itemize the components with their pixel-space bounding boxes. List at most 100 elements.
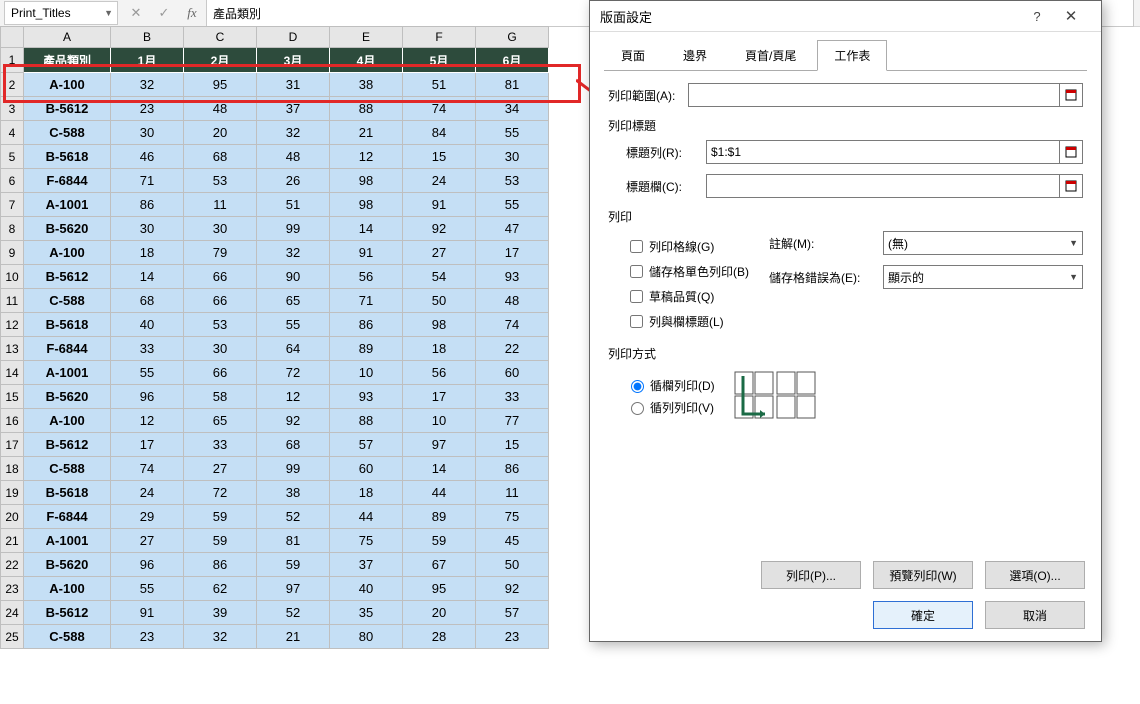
cell[interactable]: 60 bbox=[330, 457, 403, 481]
table-header-cell[interactable]: 1月 bbox=[111, 48, 184, 73]
cell[interactable]: 67 bbox=[403, 553, 476, 577]
cell-product[interactable]: C-588 bbox=[24, 121, 111, 145]
cell[interactable]: 53 bbox=[184, 313, 257, 337]
cell[interactable]: 33 bbox=[476, 385, 549, 409]
cell[interactable]: 27 bbox=[403, 241, 476, 265]
cell[interactable]: 23 bbox=[111, 625, 184, 649]
rows-repeat-picker-button[interactable] bbox=[1060, 140, 1083, 164]
cell-product[interactable]: B-5612 bbox=[24, 97, 111, 121]
cell[interactable]: 55 bbox=[476, 121, 549, 145]
cell[interactable]: 17 bbox=[111, 433, 184, 457]
cell[interactable]: 98 bbox=[330, 169, 403, 193]
row-header[interactable]: 18 bbox=[1, 457, 24, 481]
cell[interactable]: 31 bbox=[257, 73, 330, 97]
cell[interactable]: 10 bbox=[403, 409, 476, 433]
column-header[interactable]: B bbox=[111, 27, 184, 48]
cell[interactable]: 52 bbox=[257, 505, 330, 529]
cell[interactable]: 84 bbox=[403, 121, 476, 145]
cell[interactable]: 38 bbox=[330, 73, 403, 97]
row-header[interactable]: 3 bbox=[1, 97, 24, 121]
cell[interactable]: 62 bbox=[184, 577, 257, 601]
cell-errors-select[interactable]: 顯示的▼ bbox=[883, 265, 1083, 289]
table-header-cell[interactable]: 2月 bbox=[184, 48, 257, 73]
cell[interactable]: 48 bbox=[476, 289, 549, 313]
cell[interactable]: 65 bbox=[257, 289, 330, 313]
rowcol-headings-checkbox[interactable] bbox=[630, 315, 643, 328]
table-header-cell[interactable]: 6月 bbox=[476, 48, 549, 73]
cancel-button[interactable]: 取消 bbox=[985, 601, 1085, 629]
name-box[interactable]: ▼ bbox=[4, 1, 118, 25]
cell[interactable]: 97 bbox=[403, 433, 476, 457]
cell[interactable]: 58 bbox=[184, 385, 257, 409]
row-header[interactable]: 11 bbox=[1, 289, 24, 313]
cell[interactable]: 89 bbox=[403, 505, 476, 529]
cell[interactable]: 37 bbox=[330, 553, 403, 577]
cell[interactable]: 89 bbox=[330, 337, 403, 361]
row-header[interactable]: 13 bbox=[1, 337, 24, 361]
cell[interactable]: 50 bbox=[476, 553, 549, 577]
fx-button[interactable]: fx bbox=[178, 2, 206, 24]
cell[interactable]: 12 bbox=[111, 409, 184, 433]
cell[interactable]: 11 bbox=[184, 193, 257, 217]
cell[interactable]: 91 bbox=[111, 601, 184, 625]
cell[interactable]: 59 bbox=[403, 529, 476, 553]
cell[interactable]: 44 bbox=[403, 481, 476, 505]
cell[interactable]: 86 bbox=[476, 457, 549, 481]
cell-product[interactable]: B-5620 bbox=[24, 553, 111, 577]
cell[interactable]: 92 bbox=[403, 217, 476, 241]
cell[interactable]: 81 bbox=[257, 529, 330, 553]
row-header[interactable]: 16 bbox=[1, 409, 24, 433]
cell[interactable]: 97 bbox=[257, 577, 330, 601]
print-area-input[interactable] bbox=[688, 83, 1060, 107]
cell[interactable]: 59 bbox=[184, 529, 257, 553]
cell[interactable]: 32 bbox=[257, 121, 330, 145]
cell[interactable]: 65 bbox=[184, 409, 257, 433]
row-header[interactable]: 19 bbox=[1, 481, 24, 505]
row-header[interactable]: 22 bbox=[1, 553, 24, 577]
column-header[interactable]: A bbox=[24, 27, 111, 48]
name-box-input[interactable] bbox=[9, 5, 91, 21]
cell[interactable]: 32 bbox=[111, 73, 184, 97]
cell-product[interactable]: F-6844 bbox=[24, 505, 111, 529]
cell[interactable]: 59 bbox=[184, 505, 257, 529]
row-header[interactable]: 1 bbox=[1, 48, 24, 73]
ok-button[interactable]: 確定 bbox=[873, 601, 973, 629]
cell[interactable]: 15 bbox=[476, 433, 549, 457]
cell[interactable]: 40 bbox=[111, 313, 184, 337]
cell[interactable]: 51 bbox=[257, 193, 330, 217]
cell-product[interactable]: B-5612 bbox=[24, 601, 111, 625]
cell[interactable]: 47 bbox=[476, 217, 549, 241]
cell[interactable]: 93 bbox=[330, 385, 403, 409]
cell[interactable]: 81 bbox=[476, 73, 549, 97]
cell[interactable]: 30 bbox=[111, 121, 184, 145]
over-then-down-radio[interactable] bbox=[631, 402, 644, 415]
cell[interactable]: 34 bbox=[476, 97, 549, 121]
cell[interactable]: 28 bbox=[403, 625, 476, 649]
cell[interactable]: 23 bbox=[111, 97, 184, 121]
cell[interactable]: 53 bbox=[476, 169, 549, 193]
cell[interactable]: 17 bbox=[476, 241, 549, 265]
cell-product[interactable]: F-6844 bbox=[24, 337, 111, 361]
dialog-close-button[interactable]: ✕ bbox=[1051, 7, 1091, 25]
cell[interactable]: 80 bbox=[330, 625, 403, 649]
table-header-cell[interactable]: 5月 bbox=[403, 48, 476, 73]
cell[interactable]: 92 bbox=[257, 409, 330, 433]
cell[interactable]: 68 bbox=[111, 289, 184, 313]
enter-formula-button[interactable]: ✓ bbox=[150, 2, 178, 24]
cell[interactable]: 86 bbox=[111, 193, 184, 217]
cell[interactable]: 68 bbox=[257, 433, 330, 457]
cell-product[interactable]: A-100 bbox=[24, 409, 111, 433]
row-header[interactable]: 7 bbox=[1, 193, 24, 217]
column-header[interactable]: D bbox=[257, 27, 330, 48]
cell[interactable]: 64 bbox=[257, 337, 330, 361]
cell-product[interactable]: B-5620 bbox=[24, 217, 111, 241]
table-header-cell[interactable]: 4月 bbox=[330, 48, 403, 73]
cell[interactable]: 14 bbox=[403, 457, 476, 481]
cell[interactable]: 26 bbox=[257, 169, 330, 193]
dialog-tab[interactable]: 邊界 bbox=[666, 40, 724, 71]
cell[interactable]: 15 bbox=[403, 145, 476, 169]
cell[interactable]: 32 bbox=[184, 625, 257, 649]
cell[interactable]: 93 bbox=[476, 265, 549, 289]
gridlines-checkbox[interactable] bbox=[630, 240, 643, 253]
cell[interactable]: 57 bbox=[476, 601, 549, 625]
